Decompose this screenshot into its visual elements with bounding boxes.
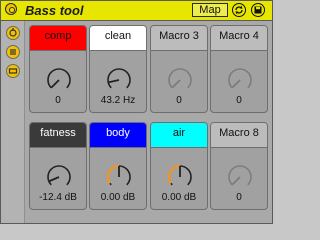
rack-device: Bass tool Map comp 0 clean 43.2 Hz Macro… [0, 0, 273, 224]
macro-value: 43.2 Hz [100, 95, 136, 106]
knob-value-arc [167, 164, 181, 184]
knob-needle [108, 79, 120, 84]
hot-swap-icon[interactable] [232, 3, 246, 17]
knob-ring [228, 68, 252, 89]
knob-needle [231, 79, 241, 89]
power-icon[interactable] [5, 3, 17, 15]
macro-knob-1[interactable]: comp 0 [29, 25, 87, 113]
knob-needle [171, 79, 181, 89]
macro-label[interactable]: comp [30, 26, 86, 51]
knob-dial[interactable] [164, 64, 196, 96]
macro-label[interactable]: fatness [30, 123, 86, 148]
knob-dial[interactable] [164, 161, 196, 193]
knob-ring [228, 165, 252, 186]
macro-value: 0.00 dB [100, 192, 136, 203]
knob-dial[interactable] [224, 64, 256, 96]
macro-value: 0 [236, 192, 242, 203]
macro-knob-2[interactable]: clean 43.2 Hz [89, 25, 147, 113]
macro-knob-7[interactable]: air 0.00 dB [150, 122, 208, 210]
macro-label[interactable]: air [151, 123, 207, 148]
knob-dial[interactable] [43, 161, 75, 193]
macro-label[interactable]: body [90, 123, 146, 148]
save-preset-icon[interactable] [251, 3, 265, 17]
macro-knob-4[interactable]: Macro 4 0 [210, 25, 268, 113]
map-button[interactable]: Map [192, 3, 228, 17]
knob-ring [107, 68, 131, 89]
rack-side-strip [1, 21, 25, 223]
macro-value: -12.4 dB [39, 192, 77, 203]
macro-value: 0 [176, 95, 182, 106]
knob-needle [50, 79, 60, 89]
macro-value: 0 [236, 95, 242, 106]
macro-knob-5[interactable]: fatness -12.4 dB [29, 122, 87, 210]
knob-needle [231, 176, 241, 186]
knob-dial[interactable] [103, 64, 135, 96]
macro-knob-8[interactable]: Macro 8 0 [210, 122, 268, 210]
knob-ring [47, 68, 71, 89]
show-devices-icon[interactable] [6, 64, 20, 78]
macro-value: 0 [55, 95, 61, 106]
knob-needle [48, 176, 60, 183]
macro-label[interactable]: clean [90, 26, 146, 51]
show-macros-icon[interactable] [6, 45, 20, 59]
device-title[interactable]: Bass tool [25, 3, 84, 18]
macro-knob-6[interactable]: body 0.00 dB [89, 122, 147, 210]
macro-value: 0.00 dB [161, 192, 197, 203]
show-chains-icon[interactable] [6, 26, 20, 40]
macro-label[interactable]: Macro 3 [151, 26, 207, 51]
macro-knob-3[interactable]: Macro 3 0 [150, 25, 208, 113]
knob-ring [47, 165, 71, 186]
macro-label[interactable]: Macro 4 [211, 26, 267, 51]
knob-dial[interactable] [224, 161, 256, 193]
knob-value-arc [106, 164, 120, 184]
knob-dial[interactable] [43, 64, 75, 96]
knob-ring [168, 68, 192, 89]
device-title-bar[interactable]: Bass tool Map [1, 1, 272, 21]
macro-label[interactable]: Macro 8 [211, 123, 267, 148]
knob-dial[interactable] [103, 161, 135, 193]
